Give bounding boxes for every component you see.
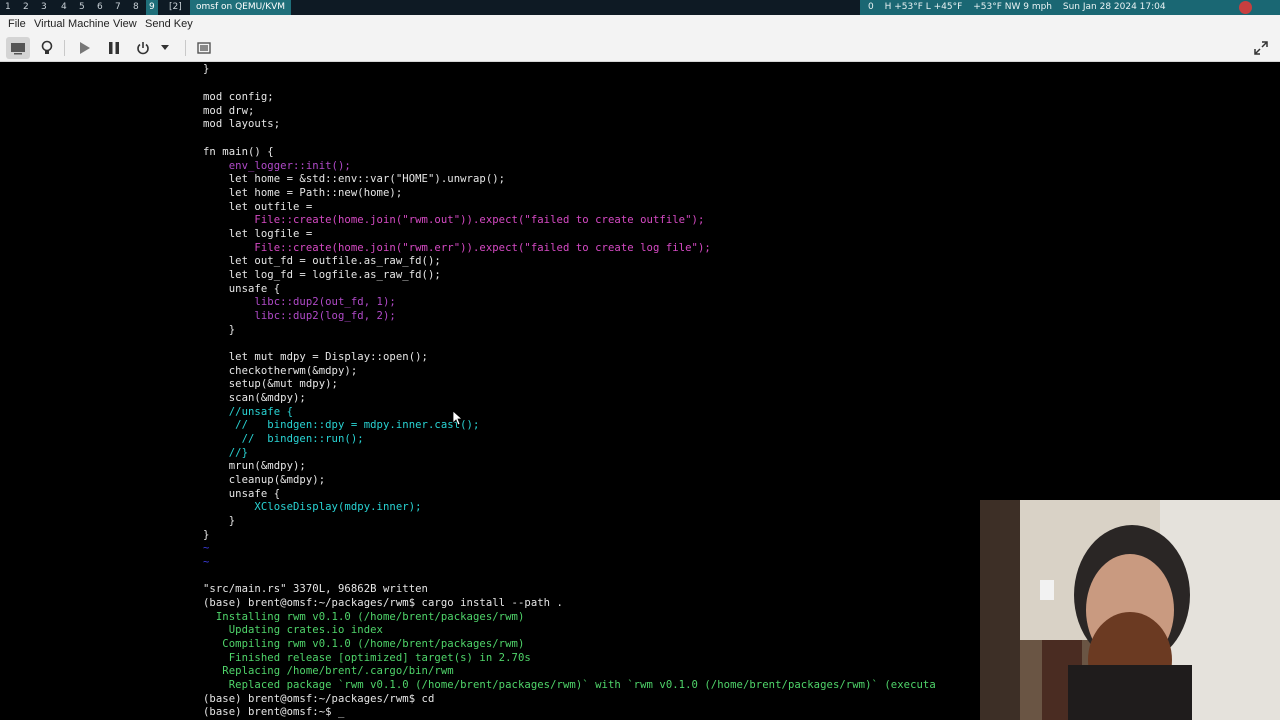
workspace-3[interactable]: 3 <box>38 0 50 15</box>
code-line: //} <box>203 447 248 459</box>
workspace-6[interactable]: 6 <box>94 0 106 15</box>
code-line: libc::dup2(log_fd, 2); <box>203 310 396 322</box>
cargo-output-line: Replaced package `rwm v0.1.0 (/home/bren… <box>203 679 936 691</box>
vm-toolbar <box>0 34 1280 62</box>
menu-view[interactable]: View <box>113 18 137 30</box>
code-line: } <box>203 515 236 527</box>
system-status-bar: 1 2 3 4 5 6 7 8 9 [2] omsf on QEMU/KVM 0… <box>0 0 1280 15</box>
code-line: scan(&mdpy); <box>203 392 306 404</box>
webcam-overlay <box>980 500 1280 720</box>
menu-file[interactable]: File <box>8 18 26 30</box>
cargo-output-line: Finished release [optimized] target(s) i… <box>203 652 531 664</box>
code-line: let logfile = <box>203 228 313 240</box>
code-line: let home = &std::env::var("HOME").unwrap… <box>203 173 506 185</box>
shell-prompt-line: (base) brent@omsf:~/packages/rwm$ cargo … <box>203 597 563 609</box>
code-line: XCloseDisplay(mdpy.inner); <box>203 501 422 513</box>
code-line: fn main() { <box>203 146 274 158</box>
shell-prompt-line: (base) brent@omsf:~/packages/rwm$ cd <box>203 693 435 705</box>
workspace-9[interactable]: 9 <box>146 0 158 15</box>
layout-indicator: [2] <box>169 2 182 12</box>
cargo-output-line: Updating crates.io index <box>203 624 383 636</box>
cargo-output-line: Compiling rwm v0.1.0 (/home/brent/packag… <box>203 638 525 650</box>
code-line: libc::dup2(out_fd, 1); <box>203 296 396 308</box>
code-line: File::create(home.join("rwm.err")).expec… <box>203 242 711 254</box>
code-line: setup(&mut mdpy); <box>203 378 338 390</box>
status-area: 0 H +53°F L +45°F +53°F NW 9 mph Sun Jan… <box>860 0 1280 15</box>
code-line: env_logger::init(); <box>203 160 351 172</box>
vim-empty-line: ~ <box>203 542 210 554</box>
screenshot-icon[interactable] <box>192 37 216 59</box>
workspace-5[interactable]: 5 <box>76 0 88 15</box>
code-line: File::create(home.join("rwm.out")).expec… <box>203 214 705 226</box>
code-line: let home = Path::new(home); <box>203 187 403 199</box>
code-line: mrun(&mdpy); <box>203 460 306 472</box>
webcam-image <box>980 500 1280 720</box>
code-line: } <box>203 63 210 75</box>
menu-send-key[interactable]: Send Key <box>145 18 193 30</box>
power-menu-icon[interactable] <box>1239 1 1252 14</box>
cargo-output-line: Replacing /home/brent/.cargo/bin/rwm <box>203 665 454 677</box>
code-line: let mut mdpy = Display::open(); <box>203 351 428 363</box>
weather-current: +53°F NW 9 mph <box>973 2 1052 12</box>
code-line: checkotherwm(&mdpy); <box>203 365 358 377</box>
menu-virtual-machine[interactable]: Virtual Machine <box>34 18 110 30</box>
code-line: let outfile = <box>203 201 313 213</box>
weather-forecast: H +53°F L +45°F <box>884 2 963 12</box>
code-line: // bindgen::run(); <box>203 433 364 445</box>
workspace-8[interactable]: 8 <box>130 0 142 15</box>
pause-icon[interactable] <box>102 37 126 59</box>
window-title: omsf on QEMU/KVM <box>190 0 292 15</box>
vim-status-message: "src/main.rs" 3370L, 96862B written <box>203 583 428 595</box>
code-line: } <box>203 529 210 541</box>
lightbulb-icon[interactable] <box>35 37 59 59</box>
workspace-1[interactable]: 1 <box>2 0 14 15</box>
status-item: 0 <box>868 2 874 12</box>
code-line: cleanup(&mdpy); <box>203 474 326 486</box>
mouse-pointer-icon <box>453 411 463 426</box>
code-line: mod drw; <box>203 105 255 117</box>
power-icon[interactable] <box>131 37 155 59</box>
clock: Sun Jan 28 2024 17:04 <box>1062 2 1166 12</box>
code-line: //unsafe { <box>203 406 293 418</box>
code-line: mod layouts; <box>203 118 281 130</box>
shell-prompt-active[interactable]: (base) brent@omsf:~$ _ <box>203 705 344 719</box>
chevron-down-icon[interactable] <box>157 37 173 59</box>
code-line: mod config; <box>203 91 274 103</box>
play-icon[interactable] <box>73 37 97 59</box>
workspace-4[interactable]: 4 <box>58 0 70 15</box>
code-line: // bindgen::dpy = mdpy.inner.cast(); <box>203 419 480 431</box>
code-line: let out_fd = outfile.as_raw_fd(); <box>203 255 441 267</box>
code-line: unsafe { <box>203 283 281 295</box>
menu-bar: File Virtual Machine View Send Key <box>0 15 1280 34</box>
vim-empty-line: ~ <box>203 556 210 568</box>
code-line: } <box>203 324 236 336</box>
code-line: unsafe { <box>203 488 281 500</box>
console-icon[interactable] <box>6 37 30 59</box>
code-line: let log_fd = logfile.as_raw_fd(); <box>203 269 441 281</box>
cargo-output-line: Installing rwm v0.1.0 (/home/brent/packa… <box>203 611 525 623</box>
workspace-7[interactable]: 7 <box>112 0 124 15</box>
workspace-2[interactable]: 2 <box>20 0 32 15</box>
fullscreen-icon[interactable] <box>1249 37 1273 59</box>
